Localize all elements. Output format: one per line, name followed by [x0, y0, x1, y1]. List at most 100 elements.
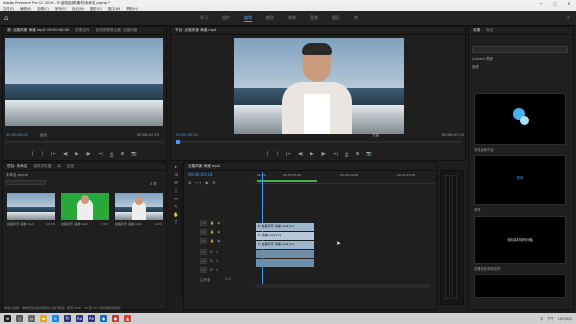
solo-icon[interactable]: S — [216, 250, 218, 254]
input-language[interactable]: 中 — [540, 316, 543, 321]
pen-tool-icon[interactable]: ✎ — [171, 204, 181, 212]
timeline-audio-clip-a1[interactable] — [256, 250, 314, 258]
mark-out-icon[interactable]: } — [41, 152, 44, 158]
project-thumbnail-1[interactable] — [7, 193, 55, 220]
track-target-v3[interactable]: V3 — [200, 220, 207, 226]
master-volume[interactable]: 0.0 — [225, 277, 230, 281]
edge-icon[interactable]: e — [52, 315, 59, 322]
solo-icon[interactable]: S — [216, 259, 218, 263]
insert-icon[interactable]: ⎙ — [110, 152, 114, 158]
tab-program[interactable]: 节目: 丝路风景 海滩.mp4 — [175, 28, 216, 33]
export-frame-icon[interactable]: 📷 — [366, 152, 372, 158]
lift-icon[interactable]: ⎙ — [345, 152, 349, 158]
track-target-a1[interactable]: A1 — [200, 249, 207, 255]
razor-tool-icon[interactable]: ◊ — [171, 188, 181, 196]
learn-card-4[interactable] — [474, 274, 566, 298]
play-icon[interactable]: ▶ — [75, 152, 78, 158]
timeline-ruler[interactable]: 00:00 00:00:05:00 00:00:10:00 00:00:15:0… — [255, 172, 435, 184]
overwrite-icon[interactable]: ⊞ — [121, 152, 125, 158]
step-back-icon[interactable]: ◀| — [63, 152, 68, 158]
export-frame-icon[interactable]: 📷 — [131, 152, 137, 158]
project-thumbnail-3[interactable] — [115, 193, 163, 220]
workspace-tab-editing[interactable]: 编辑 — [244, 15, 252, 22]
learn-card-3[interactable]: 添加素材到时间轴 — [474, 216, 566, 264]
step-back-icon[interactable]: ◀| — [298, 152, 303, 158]
tab-media-browser[interactable]: 媒体浏览器 — [33, 164, 51, 169]
linked-selection-icon[interactable]: ⟷ — [195, 180, 201, 185]
workspace-tab-effects[interactable]: 效果 — [288, 15, 296, 22]
program-timecode-current[interactable]: 00:00:00:24 — [176, 133, 198, 137]
tab-effect-controls[interactable]: 效果控件 — [75, 28, 89, 33]
track-target-a2[interactable]: A2 — [200, 258, 207, 264]
tab-sequence[interactable]: 丝路风景 海滩.mp4 — [188, 164, 220, 169]
search-icon[interactable]: ○ — [16, 315, 23, 322]
track-target-v1[interactable]: V1 — [200, 238, 207, 244]
app-icon[interactable]: ◆ — [100, 315, 107, 322]
step-forward-icon[interactable]: |▶ — [86, 152, 91, 158]
go-to-in-icon[interactable]: |← — [286, 152, 291, 158]
program-video-frame[interactable] — [234, 38, 404, 134]
track-target-a3[interactable]: A3 — [200, 267, 207, 273]
extract-icon[interactable]: ⊞ — [356, 152, 360, 158]
snap-icon[interactable]: ⋒ — [188, 180, 191, 185]
audition-icon[interactable]: Au — [76, 315, 83, 322]
eye-icon[interactable]: ◉ — [217, 239, 220, 243]
workspace-overflow-icon[interactable]: » — [567, 15, 570, 21]
timeline-clip-v1[interactable]: fx 丝路风景 海滩.mp4 [V] — [256, 241, 314, 249]
mute-icon[interactable]: M — [210, 259, 213, 263]
maximize-button[interactable]: ▢ — [548, 1, 562, 6]
workspace-tab-graphics[interactable]: 图形 — [332, 15, 340, 22]
clock-time[interactable]: 下午 — [547, 316, 553, 321]
lock-icon[interactable]: 🔒 — [210, 221, 214, 225]
go-to-in-icon[interactable]: |← — [51, 152, 56, 158]
eye-icon[interactable]: ◉ — [217, 230, 220, 234]
workspace-tab-libraries[interactable]: 库 — [354, 15, 358, 22]
track-target-v2[interactable]: V2 — [200, 229, 207, 235]
source-video-frame[interactable] — [5, 38, 163, 126]
slip-tool-icon[interactable]: ↔ — [171, 196, 181, 204]
eye-icon[interactable]: ◉ — [217, 221, 220, 225]
mark-out-icon[interactable]: } — [276, 152, 279, 158]
preset-folder-lumetri[interactable]: Lumetri 预设 — [472, 56, 493, 61]
workspace-tab-audio[interactable]: 音频 — [310, 15, 318, 22]
go-to-out-icon[interactable]: →| — [333, 152, 338, 158]
timeline-audio-clip-a2[interactable] — [256, 259, 314, 267]
step-forward-icon[interactable]: |▶ — [321, 152, 326, 158]
premiere-icon[interactable]: Pr — [64, 315, 71, 322]
home-icon[interactable]: ⌂ — [4, 14, 12, 22]
program-zoom-select[interactable]: 完整 — [372, 133, 379, 138]
type-tool-icon[interactable]: T — [171, 220, 181, 228]
hand-tool-icon[interactable]: ✋ — [171, 212, 181, 220]
add-marker-icon[interactable]: ◆ — [205, 180, 208, 185]
learn-card-2[interactable]: 发布 — [474, 155, 566, 205]
timeline-clip-v2[interactable]: fx 海滩.mp4 [V] — [256, 232, 314, 240]
task-view-icon[interactable]: ▭ — [28, 315, 35, 322]
tab-source[interactable]: 源: 丝路风景 海滩.mp4: 00:00:00:00 — [7, 28, 69, 33]
tab-markers[interactable]: 标记 — [486, 28, 493, 33]
source-timecode-current[interactable]: 00:00:00:00 — [6, 133, 28, 137]
source-scrubber[interactable] — [5, 141, 163, 143]
after-effects-icon[interactable]: Ae — [88, 315, 95, 322]
workspace-tab-assembly[interactable]: 组件 — [222, 15, 230, 22]
timeline-horizontal-scrollbar[interactable] — [255, 284, 430, 288]
app-icon[interactable]: ▲ — [124, 315, 131, 322]
project-search-input[interactable] — [6, 180, 46, 185]
lock-icon[interactable]: 🔒 — [210, 230, 214, 234]
tab-effects[interactable]: 效果 — [473, 28, 480, 33]
go-to-out-icon[interactable]: →| — [98, 152, 103, 158]
program-playhead[interactable] — [176, 140, 180, 144]
mute-icon[interactable]: M — [210, 268, 213, 272]
effects-search-input[interactable] — [472, 46, 568, 53]
tab-audio-clip-mixer[interactable]: 音频剪辑混合器: 丝路风景 — [96, 28, 138, 33]
track-select-tool-icon[interactable]: ⇉ — [171, 172, 181, 180]
workspace-tab-color[interactable]: 颜色 — [266, 15, 274, 22]
play-icon[interactable]: ▶ — [310, 152, 313, 158]
settings-icon[interactable]: ⚙ — [212, 180, 216, 185]
file-explorer-icon[interactable]: ▬ — [40, 315, 47, 322]
preset-folder-audio[interactable]: 音频 — [472, 64, 479, 69]
mark-in-icon[interactable]: { — [266, 152, 269, 158]
timeline-timecode[interactable]: 00:00:00:24 — [188, 172, 212, 177]
start-icon[interactable]: ⊞ — [4, 315, 11, 322]
tab-libraries[interactable]: 库 — [57, 164, 61, 169]
tab-info[interactable]: 信息 — [67, 164, 74, 169]
